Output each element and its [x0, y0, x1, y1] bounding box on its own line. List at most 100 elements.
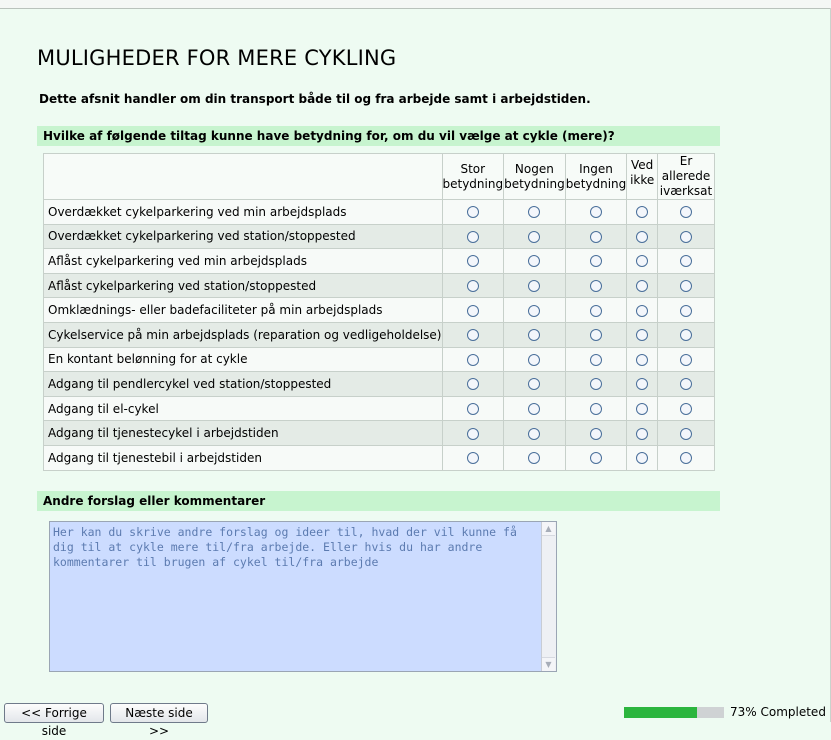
matrix-cell [503, 420, 566, 446]
radio-button[interactable] [680, 329, 693, 342]
matrix-cell [441, 347, 504, 373]
radio-button[interactable] [589, 280, 602, 293]
radio-button[interactable] [589, 452, 602, 465]
radio-button[interactable] [466, 353, 479, 366]
radio-button[interactable] [589, 206, 602, 219]
radio-button[interactable] [528, 403, 541, 416]
radio-button[interactable] [680, 304, 693, 317]
browser-top-edge [0, 0, 831, 9]
matrix-cell [564, 199, 627, 225]
matrix-cell [441, 420, 504, 446]
radio-button[interactable] [680, 427, 693, 440]
column-header: Er allerede iværksat [657, 153, 715, 200]
matrix-cell [564, 322, 627, 348]
matrix-row: Aflåst cykelparkering ved station/stoppe… [43, 273, 715, 299]
next-page-button[interactable]: Næste side >> [110, 703, 208, 738]
radio-button[interactable] [589, 353, 602, 366]
column-header: Nogen betydning [503, 153, 566, 200]
radio-button[interactable] [636, 206, 649, 219]
radio-button[interactable] [589, 427, 602, 440]
radio-button[interactable] [636, 353, 649, 366]
matrix-row: Adgang til el-cykel [43, 396, 715, 422]
radio-button[interactable] [466, 403, 479, 416]
radio-button[interactable] [466, 304, 479, 317]
radio-button[interactable] [636, 304, 649, 317]
matrix-header-row: Stor betydning Nogen betydning Ingen betydnin… [43, 153, 715, 200]
radio-button[interactable] [589, 403, 602, 416]
radio-button[interactable] [636, 329, 649, 342]
radio-button[interactable] [466, 255, 479, 268]
matrix-row: Overdækket cykelparkering ved min arbejd… [43, 199, 715, 225]
comments-textarea[interactable]: Her kan du skrive andre forslag og ideer… [49, 521, 557, 672]
scroll-up-arrow-icon[interactable]: ▲ [542, 522, 555, 536]
matrix-cell [564, 248, 627, 274]
matrix-cell [657, 396, 715, 422]
radio-button[interactable] [466, 378, 479, 391]
matrix-row-label: Adgang til el-cykel [43, 396, 442, 422]
radio-button[interactable] [636, 427, 649, 440]
radio-button[interactable] [589, 329, 602, 342]
rating-matrix: Stor betydning Nogen betydning Ingen betydnin… [43, 153, 715, 471]
radio-button[interactable] [589, 304, 602, 317]
matrix-row: Aflåst cykelparkering ved min arbejdspla… [43, 248, 715, 274]
matrix-cell [626, 445, 658, 471]
radio-button[interactable] [528, 230, 541, 243]
radio-button[interactable] [636, 403, 649, 416]
radio-button[interactable] [466, 452, 479, 465]
matrix-row-label: Adgang til tjenestecykel i arbejdstiden [43, 420, 442, 446]
matrix-cell [657, 445, 715, 471]
previous-page-button[interactable]: << Forrige side [4, 703, 104, 738]
radio-button[interactable] [589, 230, 602, 243]
radio-button[interactable] [680, 230, 693, 243]
radio-button[interactable] [528, 304, 541, 317]
radio-button[interactable] [528, 255, 541, 268]
radio-button[interactable] [680, 206, 693, 219]
radio-button[interactable] [636, 255, 649, 268]
matrix-cell [657, 224, 715, 250]
radio-button[interactable] [636, 230, 649, 243]
radio-button[interactable] [528, 452, 541, 465]
matrix-cell [657, 347, 715, 373]
matrix-cell [503, 273, 566, 299]
radio-button[interactable] [528, 353, 541, 366]
matrix-row-label: En kontant belønning for at cykle [43, 347, 442, 373]
column-header-line2: betydning [504, 176, 565, 191]
radio-button[interactable] [589, 255, 602, 268]
matrix-cell [657, 248, 715, 274]
matrix-cell [564, 224, 627, 250]
radio-button[interactable] [680, 255, 693, 268]
scroll-down-arrow-icon[interactable]: ▼ [542, 657, 555, 671]
radio-button[interactable] [680, 378, 693, 391]
matrix-cell [657, 199, 715, 225]
radio-button[interactable] [680, 280, 693, 293]
matrix-cell [441, 248, 504, 274]
matrix-cell [626, 248, 658, 274]
matrix-row-label: Aflåst cykelparkering ved station/stoppe… [43, 273, 442, 299]
radio-button[interactable] [636, 452, 649, 465]
radio-button[interactable] [528, 280, 541, 293]
radio-button[interactable] [466, 280, 479, 293]
textarea-scrollbar[interactable]: ▲ ▼ [541, 522, 556, 671]
radio-button[interactable] [636, 378, 649, 391]
matrix-cell [564, 420, 627, 446]
radio-button[interactable] [680, 403, 693, 416]
matrix-corner [43, 153, 442, 200]
radio-button[interactable] [528, 206, 541, 219]
radio-button[interactable] [466, 427, 479, 440]
matrix-cell [564, 297, 627, 323]
radio-button[interactable] [466, 230, 479, 243]
radio-button[interactable] [466, 329, 479, 342]
radio-button[interactable] [680, 353, 693, 366]
matrix-row-label: Overdækket cykelparkering ved station/st… [43, 224, 442, 250]
radio-button[interactable] [636, 280, 649, 293]
radio-button[interactable] [466, 206, 479, 219]
matrix-cell [503, 347, 566, 373]
radio-button[interactable] [589, 378, 602, 391]
matrix-cell [626, 420, 658, 446]
matrix-cell [441, 445, 504, 471]
radio-button[interactable] [528, 378, 541, 391]
radio-button[interactable] [528, 329, 541, 342]
radio-button[interactable] [528, 427, 541, 440]
matrix-cell [503, 199, 566, 225]
radio-button[interactable] [680, 452, 693, 465]
